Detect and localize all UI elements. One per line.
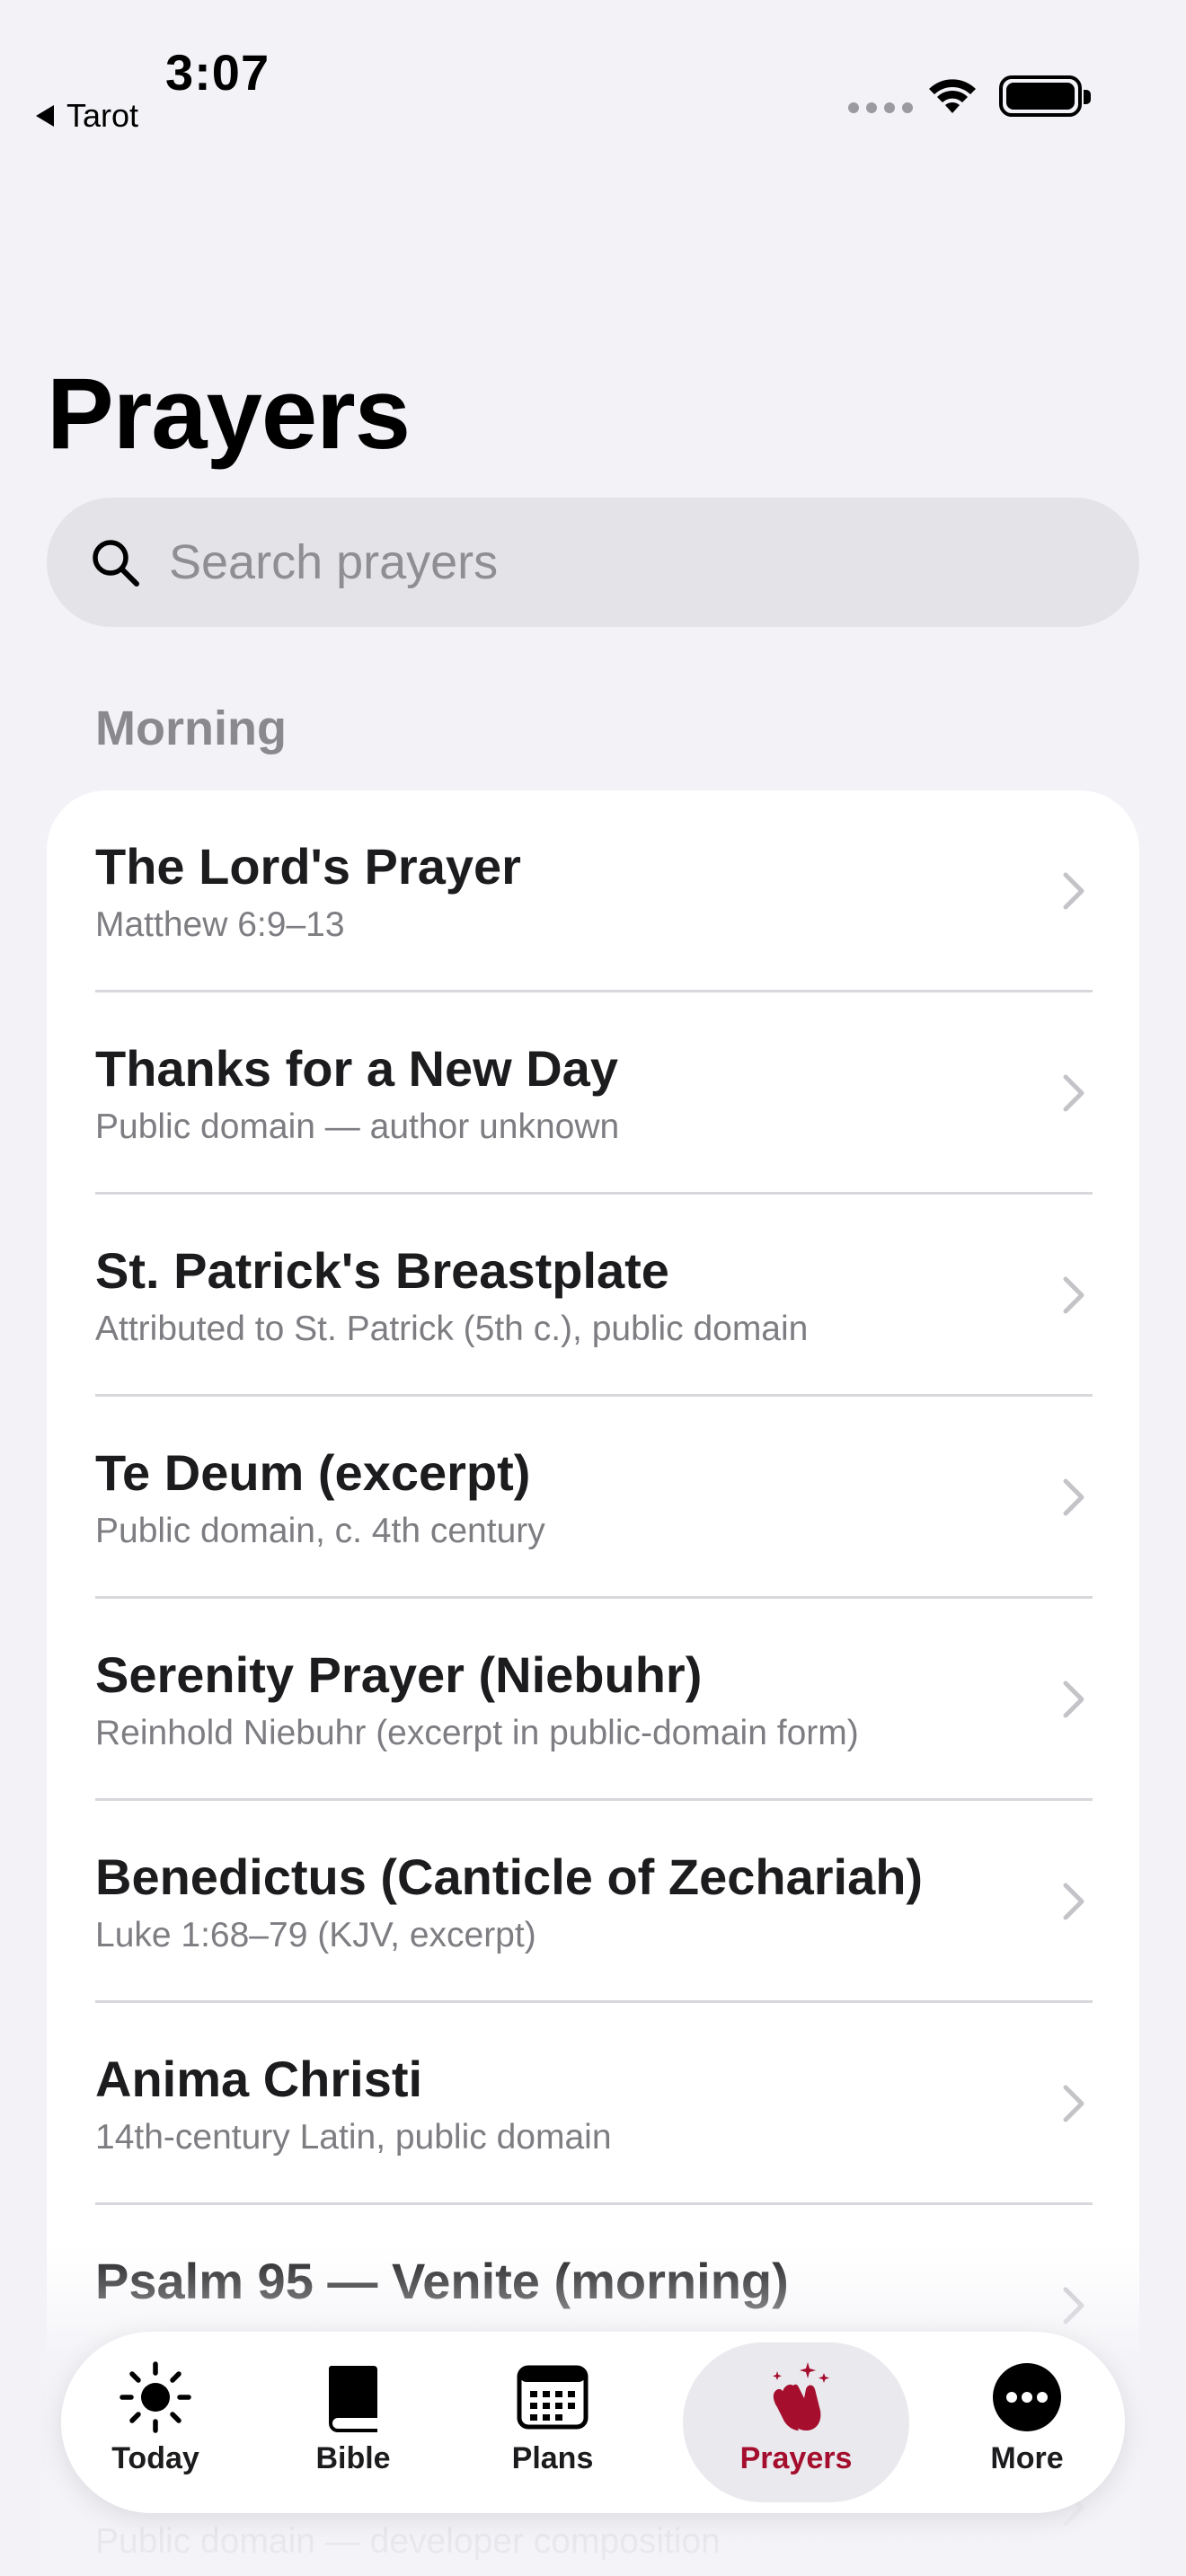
prayer-title: Thanks for a New Day <box>95 1040 618 1097</box>
tab-today[interactable]: Today <box>88 2342 223 2502</box>
tab-prayers[interactable]: Prayers <box>683 2342 909 2502</box>
praying-hands-icon <box>773 2362 829 2430</box>
tab-label: Today <box>111 2441 199 2475</box>
sun-icon <box>119 2361 191 2433</box>
prayer-source: Luke 1:68–79 (KJV, excerpt) <box>95 1916 536 1954</box>
cellular-signal-icon <box>848 102 913 113</box>
wifi-icon <box>929 79 976 113</box>
prayer-list: The Lord's Prayer Matthew 6:9–13 Thanks … <box>47 790 1139 2576</box>
tab-plans[interactable]: Plans <box>485 2342 620 2502</box>
prayer-source: 14th-century Latin, public domain <box>95 2118 612 2157</box>
prayer-source: Public domain — author unknown <box>95 1107 620 1146</box>
list-item[interactable]: Thanks for a New Day Public domain — aut… <box>47 992 1139 1195</box>
more-icon <box>993 2363 1061 2431</box>
book-icon <box>328 2366 377 2432</box>
tab-label: Plans <box>511 2441 594 2475</box>
list-item[interactable]: Anima Christi 14th-century Latin, public… <box>47 2003 1139 2205</box>
chevron-right-icon <box>1063 1478 1084 1516</box>
tab-more[interactable]: More <box>960 2342 1094 2502</box>
tab-bible[interactable]: Bible <box>286 2342 420 2502</box>
list-item[interactable]: Serenity Prayer (Niebuhr) Reinhold Niebu… <box>47 1599 1139 1801</box>
prayer-source: Attributed to St. Patrick (5th c.), publ… <box>95 1310 809 1348</box>
list-item[interactable]: Benedictus (Canticle of Zechariah) Luke … <box>47 1801 1139 2003</box>
prayers-screen: 3:07 Tarot Prayers Morning The Lord' <box>0 0 1186 2576</box>
chevron-right-icon <box>1063 2287 1084 2325</box>
calendar-icon <box>517 2365 589 2430</box>
prayer-title: Te Deum (excerpt) <box>95 1444 531 1501</box>
tab-bar: Today Bible Plans Prayers More <box>61 2332 1125 2513</box>
chevron-right-icon <box>1063 2085 1084 2122</box>
section-header-morning: Morning <box>95 701 287 755</box>
prayer-title: Benedictus (Canticle of Zechariah) <box>95 1848 924 1905</box>
chevron-right-icon <box>1063 872 1084 910</box>
chevron-right-icon <box>1063 1681 1084 1718</box>
battery-icon <box>999 75 1091 117</box>
prayer-title: Serenity Prayer (Niebuhr) <box>95 1646 703 1703</box>
prayer-source: Matthew 6:9–13 <box>95 905 345 944</box>
tab-label: Prayers <box>739 2441 853 2475</box>
list-item[interactable]: Te Deum (excerpt) Public domain, c. 4th … <box>47 1397 1139 1599</box>
prayer-title: Psalm 95 — Venite (morning) <box>95 2253 789 2309</box>
back-app-label: Tarot <box>66 97 139 134</box>
status-bar: 3:07 Tarot <box>0 0 1186 144</box>
list-item[interactable]: The Lord's Prayer Matthew 6:9–13 <box>47 790 1139 992</box>
search-input[interactable] <box>169 498 1139 627</box>
prayer-title: The Lord's Prayer <box>95 838 521 895</box>
prayer-source: Public domain, c. 4th century <box>95 1512 545 1550</box>
search-icon <box>93 540 139 587</box>
chevron-right-icon <box>1063 1276 1084 1314</box>
page-title: Prayers <box>47 357 411 470</box>
prayer-title: Anima Christi <box>95 2051 423 2107</box>
tab-label: Bible <box>315 2441 391 2475</box>
back-to-app-button[interactable]: Tarot <box>36 97 138 135</box>
list-item[interactable]: St. Patrick's Breastplate Attributed to … <box>47 1195 1139 1397</box>
prayer-title: St. Patrick's Breastplate <box>95 1242 669 1299</box>
prayer-source: Reinhold Niebuhr (excerpt in public-doma… <box>95 1714 859 1752</box>
search-bar[interactable] <box>47 498 1139 627</box>
chevron-right-icon <box>1063 1883 1084 1920</box>
back-arrow-icon <box>36 105 54 127</box>
prayer-source: Public domain — developer composition <box>95 2522 721 2561</box>
tab-label: More <box>990 2441 1064 2475</box>
chevron-right-icon <box>1063 1074 1084 1112</box>
status-time: 3:07 <box>165 44 270 101</box>
